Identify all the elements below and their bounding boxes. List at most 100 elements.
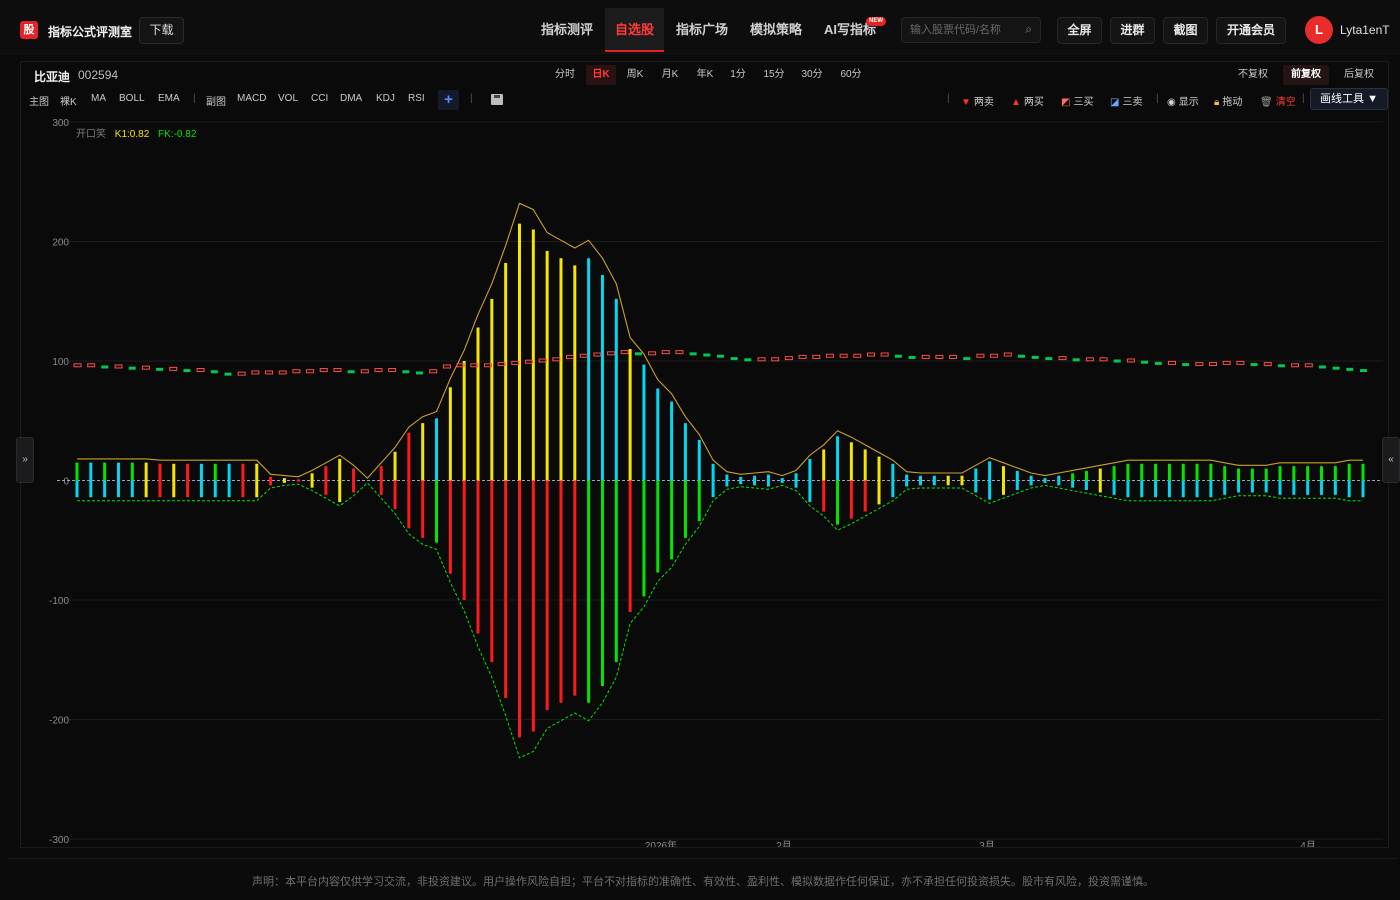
price-candle [442,364,451,369]
user-avatar[interactable]: L [1305,16,1333,44]
price-candle [360,369,369,374]
y-tick-label: 100 [52,357,69,368]
price-candle [921,354,930,359]
price-candle [717,354,724,358]
price-candle [1304,363,1313,368]
y-tick-label: -100 [49,596,69,607]
price-candle [511,360,520,365]
price-candle [1072,358,1080,362]
x-axis-label: 4月 [1300,840,1316,847]
price-candle [1141,360,1149,364]
price-candle [894,354,902,358]
y-tick-label: 0 [63,477,69,488]
chart-panel: 比亚迪 002594 分时 日K 周K 月K 年K 1分 15分 30分 60分… [20,61,1389,848]
price-candle [908,355,916,359]
price-candle [114,364,123,369]
download-button[interactable]: 下载 [139,17,184,44]
price-candle [825,353,834,358]
price-candle [675,350,684,355]
price-candle [196,368,205,373]
price-candle [1154,361,1162,365]
price-candle [1318,365,1326,369]
price-candle [1277,364,1285,368]
nav-ai-write-indicator[interactable]: AI写指标 [817,8,883,52]
app-title: 指标公式评测室 [48,25,133,39]
screenshot-button[interactable]: 截图 [1163,17,1208,44]
price-candle [593,352,602,357]
collapse-left-button[interactable]: » [16,437,34,483]
price-candle [935,354,944,359]
price-candle [607,351,616,356]
indicator-chart[interactable]: 300 200 100 0 -100 -200 -300 2026年 2月 3月 4月 [21,62,1388,847]
price-candle [1113,359,1121,363]
price-candle [1017,354,1025,358]
price-candle [1045,357,1053,361]
legend-indicator-name: 开口笑 [76,129,106,140]
price-candle [416,371,424,375]
nav-simulated-strategy[interactable]: 模拟策略 [743,8,809,52]
price-candle [880,352,889,357]
price-candle [1058,356,1067,361]
price-candle [689,352,697,356]
price-candle [798,354,807,359]
price-candle [1099,357,1108,362]
price-candle [1209,362,1218,367]
price-candle [278,370,287,375]
lower-envelope-line [77,482,1363,759]
price-candle [771,357,780,362]
price-candle [1195,362,1204,367]
stock-search-input[interactable] [910,21,1020,39]
price-candle [1222,360,1231,365]
price-candle [1236,360,1245,365]
nav-indicator-review[interactable]: 指标测评 [534,8,600,52]
disclaimer-footer: 声明：本平台内容仅供学习交流，非投资建议。用户操作风险自担；平台不对指标的准确性… [8,858,1398,900]
price-candle [156,367,164,371]
legend-fk: FK:-0.82 [158,129,197,140]
price-candle [210,370,218,374]
price-candle [265,370,274,375]
price-candle [429,369,438,374]
open-vip-button[interactable]: 开通会员 [1216,17,1286,44]
price-candle [784,356,793,361]
price-candle [101,365,109,369]
price-candle [839,353,848,358]
price-candle [319,368,328,373]
price-candle [579,353,588,358]
price-candle [963,357,971,361]
price-candle [1085,357,1094,362]
user-name[interactable]: Lyta1enT [1340,23,1390,37]
legend-k1: K1:0.82 [114,129,150,140]
price-candle [866,352,875,357]
price-candle [73,363,82,368]
nav-indicator-square[interactable]: 指标广场 [669,8,735,52]
search-icon[interactable]: ⌕ [1025,22,1032,37]
price-candle [183,369,191,373]
x-axis-label: 3月 [979,840,995,847]
price-candle [634,352,642,356]
price-candle [87,363,96,368]
y-tick-label: 300 [52,118,69,129]
y-tick-label: 200 [52,238,69,249]
stock-search-box[interactable]: ⌕ [901,17,1041,43]
fullscreen-button[interactable]: 全屏 [1057,17,1102,44]
price-candle [1263,362,1272,367]
price-candle [347,370,355,374]
app-logo: 股 [20,21,38,39]
price-candle [661,350,670,355]
price-candle [524,359,533,364]
price-candle [620,350,629,355]
price-candle [730,357,738,361]
price-candle [853,353,862,358]
chart-legend: 开口笑 K1:0.82 FK:-0.82 [76,125,202,140]
price-candle [949,354,958,359]
collapse-right-button[interactable]: « [1382,437,1400,483]
join-group-button[interactable]: 进群 [1110,17,1155,44]
price-candle [1291,363,1300,368]
price-candle [812,354,821,359]
x-axis-label: 2026年 [645,839,677,847]
price-candle [1360,369,1367,373]
nav-watchlist[interactable]: 自选股 [605,8,664,52]
price-candle [374,368,383,373]
price-candle [169,366,178,371]
x-axis-label: 2月 [776,840,792,847]
